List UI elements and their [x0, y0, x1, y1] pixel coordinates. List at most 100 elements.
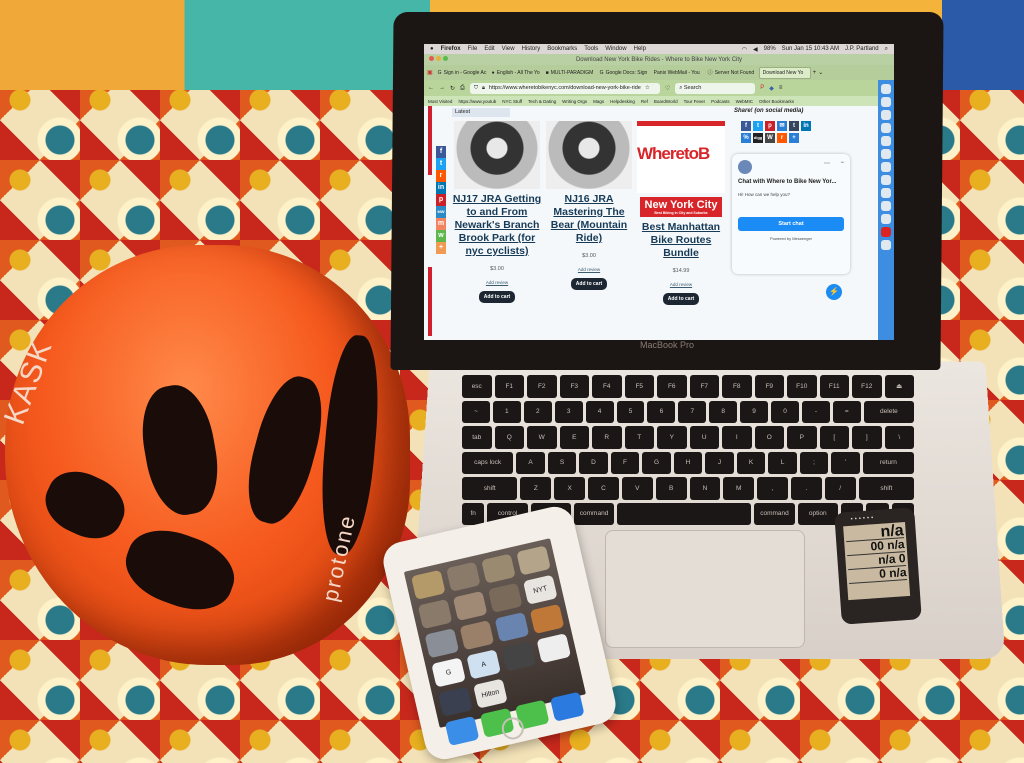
linkedin-icon[interactable]: in: [801, 121, 811, 131]
phone-dock-mail-icon[interactable]: [549, 691, 585, 722]
mix-icon[interactable]: m: [436, 218, 446, 230]
bookmark-folder[interactable]: Tech & Dating: [528, 99, 556, 104]
key[interactable]: ;: [799, 451, 829, 474]
key[interactable]: F12: [852, 375, 882, 398]
key[interactable]: ⏏: [884, 375, 914, 398]
extension-icon[interactable]: ◆: [769, 85, 774, 92]
key[interactable]: F10: [787, 375, 817, 398]
add-review-link[interactable]: Add review: [544, 267, 634, 272]
product-title[interactable]: NJ17 JRA Getting to and From Newark's Br…: [452, 193, 542, 258]
sort-select[interactable]: Latest: [452, 108, 510, 117]
phone-app-icon[interactable]: [501, 641, 537, 672]
menu-history[interactable]: History: [522, 46, 541, 52]
key[interactable]: ,: [757, 477, 788, 500]
pinterest-icon[interactable]: p: [765, 121, 775, 131]
copy-link-icon[interactable]: %: [741, 133, 751, 143]
spotlight-icon[interactable]: ⌕: [885, 46, 888, 53]
user-name[interactable]: J.P. Partland: [845, 46, 879, 53]
phone-app-icon[interactable]: [487, 582, 523, 613]
key[interactable]: G: [642, 451, 671, 474]
phone-app-icon[interactable]: [516, 545, 551, 576]
key[interactable]: A: [516, 451, 545, 474]
tab-active[interactable]: Download New Yo: [758, 66, 811, 79]
key[interactable]: =: [832, 400, 861, 423]
key[interactable]: 5: [616, 400, 645, 423]
trackpad[interactable]: [605, 530, 805, 648]
app-icon[interactable]: [881, 162, 891, 172]
key[interactable]: shift: [858, 477, 915, 500]
key[interactable]: 0: [771, 400, 799, 423]
linkedin-icon[interactable]: in: [436, 182, 446, 194]
key[interactable]: X: [554, 477, 586, 500]
tab-list-icon[interactable]: ⌄: [818, 69, 823, 76]
reload-icon[interactable]: ↻: [450, 85, 455, 92]
extension-icon[interactable]: P: [760, 85, 764, 91]
menu-file[interactable]: File: [468, 46, 478, 52]
phone-app-icon[interactable]: [536, 633, 572, 664]
key[interactable]: 4: [585, 400, 614, 423]
phone-app-icon[interactable]: [452, 590, 488, 621]
app-icon[interactable]: [881, 201, 891, 211]
key[interactable]: B: [655, 477, 687, 500]
key[interactable]: D: [579, 451, 608, 474]
tab[interactable]: Panix WebMail - You: [651, 68, 703, 78]
battery-status[interactable]: 98%: [764, 46, 776, 53]
tab[interactable]: ⓘ Server Not Found: [705, 67, 757, 78]
key[interactable]: Y: [657, 426, 687, 449]
menu-help[interactable]: Help: [634, 46, 646, 52]
wifi-icon[interactable]: ◠: [742, 46, 747, 53]
phone-app-icon[interactable]: [494, 611, 530, 643]
key[interactable]: \: [884, 426, 914, 449]
key[interactable]: 1: [492, 400, 521, 423]
product-image[interactable]: WheretoB: [637, 121, 725, 193]
key[interactable]: ~: [462, 400, 490, 423]
key[interactable]: F6: [657, 375, 687, 398]
phone-app-icon[interactable]: [529, 603, 565, 635]
twitter-icon[interactable]: t: [436, 158, 446, 170]
bookmark-folder[interactable]: WebMIC: [736, 99, 753, 104]
key[interactable]: U: [689, 426, 719, 449]
key[interactable]: tab: [462, 426, 492, 449]
bookmark-folder[interactable]: Other Bookmarks: [759, 99, 794, 104]
key[interactable]: 8: [709, 400, 738, 423]
bookmark-folder[interactable]: Tour Fever: [684, 99, 706, 104]
phone-dock-safari-icon[interactable]: [444, 715, 480, 746]
key[interactable]: 7: [678, 400, 707, 423]
facebook-icon[interactable]: f: [741, 121, 751, 131]
key[interactable]: J: [705, 451, 734, 474]
menu-icon[interactable]: ≡: [779, 85, 783, 91]
bookmark-item[interactable]: Most Visited: [428, 99, 452, 104]
phone-app-icon[interactable]: [459, 620, 495, 651]
key[interactable]: O: [754, 426, 784, 449]
app-icon[interactable]: [881, 110, 891, 120]
product-image[interactable]: [454, 121, 540, 189]
key[interactable]: /: [824, 477, 856, 500]
app-icon[interactable]: [881, 214, 891, 224]
key[interactable]: F7: [689, 375, 719, 398]
tab[interactable]: ● English - All The Yo: [489, 68, 541, 78]
key[interactable]: S: [547, 451, 577, 474]
key[interactable]: F2: [527, 375, 557, 398]
add-to-cart-button[interactable]: Add to cart: [478, 291, 516, 303]
app-icon[interactable]: [881, 149, 891, 159]
key[interactable]: C: [588, 477, 619, 500]
bookmark-folder[interactable]: Writing Orgs: [562, 99, 587, 104]
key[interactable]: [617, 502, 752, 525]
key[interactable]: .: [790, 477, 822, 500]
clock[interactable]: Sun Jan 15 10:43 AM: [782, 46, 839, 53]
menu-tools[interactable]: Tools: [584, 46, 598, 52]
minimize-chat-icon[interactable]: −: [840, 160, 844, 166]
phone-app-icon[interactable]: [424, 628, 460, 659]
more-share-icon[interactable]: +: [436, 242, 446, 254]
reddit-icon[interactable]: r: [777, 133, 787, 143]
apple-icon[interactable]: ●: [430, 46, 434, 52]
whatsapp-icon[interactable]: w: [436, 230, 446, 242]
phone-app-icon[interactable]: NYT: [522, 574, 558, 605]
key[interactable]: P: [787, 426, 817, 449]
key[interactable]: [: [819, 426, 849, 449]
acrobat-icon[interactable]: [881, 227, 891, 237]
start-chat-button[interactable]: Start chat: [738, 217, 844, 231]
add-review-link[interactable]: Add review: [636, 282, 726, 287]
phone-app-icon[interactable]: [446, 561, 481, 592]
phone-app-icon[interactable]: [438, 686, 473, 717]
